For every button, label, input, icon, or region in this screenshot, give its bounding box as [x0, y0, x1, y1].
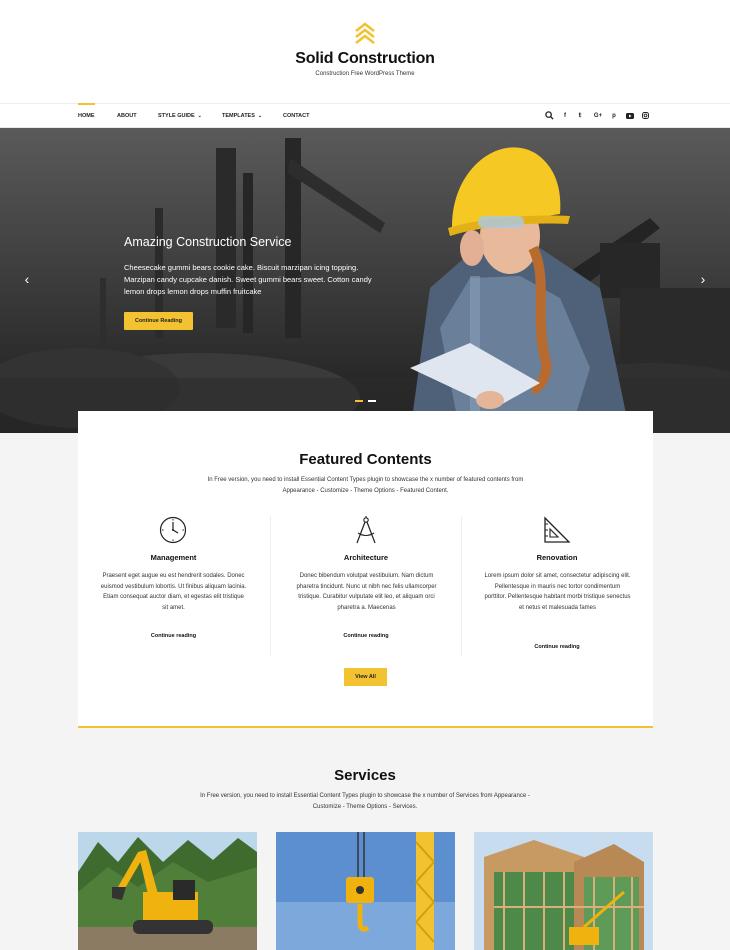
clock-icon	[159, 516, 187, 544]
featured-item-renovation: Renovation Lorem ipsum dolor sit amet, c…	[461, 516, 652, 656]
services-description-line: Customize - Theme Options - Services.	[312, 804, 418, 810]
logo-chevron-icon[interactable]	[353, 22, 377, 44]
nav-item-label: CONTACT	[283, 113, 310, 119]
featured-description-line: In Free version, you need to install Ess…	[207, 477, 524, 483]
service-image-crane[interactable]	[276, 832, 455, 950]
services-title: Services	[334, 767, 396, 784]
nav-item-contact[interactable]: CONTACT	[283, 104, 309, 128]
site-header: Solid Construction Construction Free Wor…	[0, 0, 730, 103]
services-description-line: In Free version, you need to install Ess…	[200, 793, 530, 799]
view-all-button[interactable]: View All	[344, 668, 387, 686]
continue-reading-link[interactable]: Continue reading	[462, 644, 652, 650]
instagram-icon[interactable]	[642, 112, 649, 119]
hero-title: Amazing Construction Service	[124, 235, 292, 249]
nav-item-label: TEMPLATES	[222, 113, 255, 119]
hero-slider: ‹ › Amazing Construction Service Cheesec…	[0, 128, 730, 433]
nav-item-style-guide[interactable]: STYLE GUIDE ⌄	[158, 104, 202, 128]
featured-title: Featured Contents	[299, 451, 432, 468]
featured-item-text: Praesent eget augue eu est hendrerit sod…	[100, 573, 247, 611]
site-title[interactable]: Solid Construction	[0, 50, 730, 68]
pinterest-icon[interactable]: p	[609, 104, 619, 128]
google-plus-icon[interactable]: G+	[592, 104, 604, 128]
slider-dot-1[interactable]	[355, 400, 363, 402]
nav-item-templates[interactable]: TEMPLATES ⌄	[222, 104, 262, 128]
slider-next-arrow[interactable]: ›	[697, 271, 709, 287]
chevron-down-icon: ⌄	[197, 113, 202, 119]
featured-item-management: Management Praesent eget augue eu est he…	[78, 516, 269, 656]
nav-item-label: ABOUT	[117, 113, 137, 119]
nav-item-label: STYLE GUIDE	[158, 113, 195, 119]
youtube-icon[interactable]	[626, 113, 634, 119]
set-square-icon	[544, 516, 571, 543]
service-image-house-frame[interactable]	[474, 832, 653, 950]
featured-item-text: Lorem ipsum dolor sit amet, consectetur …	[484, 573, 631, 611]
main-navigation: HOME ABOUT STYLE GUIDE ⌄ TEMPLATES ⌄ CONTA…	[0, 103, 730, 128]
twitter-icon[interactable]: 𝕥	[575, 104, 585, 128]
featured-item-title[interactable]: Management	[78, 553, 269, 562]
site-tagline: Construction Free WordPress Theme	[315, 71, 415, 77]
chevron-down-icon: ⌄	[257, 113, 263, 119]
featured-item-title[interactable]: Renovation	[462, 553, 652, 562]
nav-item-label: HOME	[78, 113, 95, 119]
featured-item-text: Donec bibendum volutpat vestibulum. Nam …	[296, 573, 437, 611]
featured-description-line: Appearance - Customize - Theme Options -…	[282, 488, 449, 494]
hero-text: Cheesecake gummi bears cookie cake. Bisc…	[124, 263, 372, 296]
facebook-icon[interactable]: f	[560, 104, 570, 128]
featured-description: In Free version, you need to install Ess…	[138, 475, 593, 497]
continue-reading-link[interactable]: Continue reading	[271, 633, 461, 639]
service-image-excavator[interactable]	[78, 832, 257, 950]
services-description: In Free version, you need to install Ess…	[180, 791, 550, 813]
search-icon[interactable]	[545, 111, 554, 120]
featured-item-architecture: Architecture Donec bibendum volutpat ves…	[270, 516, 461, 656]
slider-prev-arrow[interactable]: ‹	[21, 271, 33, 287]
slider-dot-2[interactable]	[368, 400, 376, 402]
compass-icon	[356, 516, 376, 544]
nav-item-home[interactable]: HOME	[78, 103, 95, 128]
continue-reading-button[interactable]: Continue Reading	[124, 312, 193, 330]
featured-item-title[interactable]: Architecture	[271, 553, 461, 562]
continue-reading-link[interactable]: Continue reading	[78, 633, 269, 639]
nav-item-about[interactable]: ABOUT	[117, 104, 137, 128]
featured-contents-section: Featured Contents In Free version, you n…	[78, 411, 653, 728]
